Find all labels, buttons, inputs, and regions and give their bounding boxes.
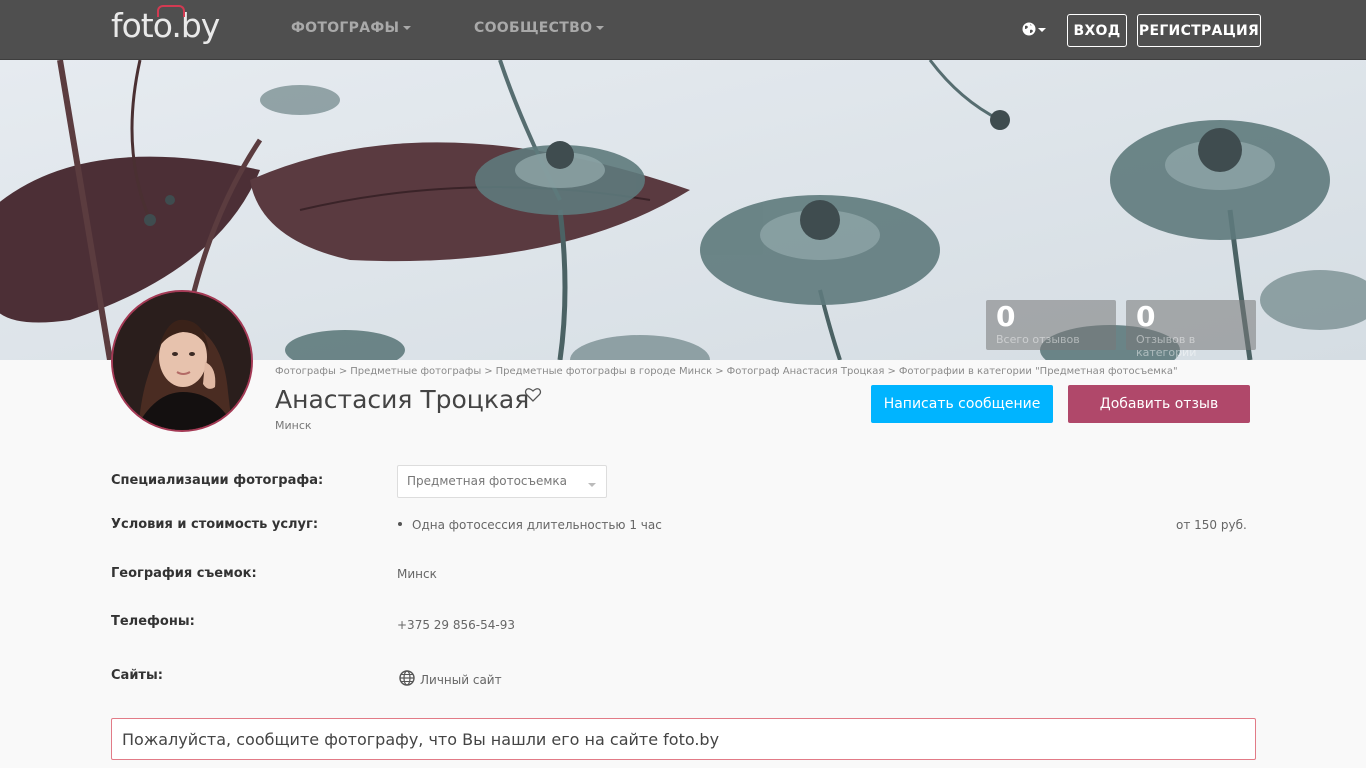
- nav-photographers-label: ФОТОГРАФЫ: [291, 20, 400, 36]
- stat-category-reviews: 0 Отзывов в категории: [1126, 300, 1256, 359]
- notice-banner: Пожалуйста, сообщите фотографу, что Вы н…: [111, 718, 1256, 760]
- nav-community[interactable]: СООБЩЕСТВО: [474, 20, 605, 36]
- notice-text: Пожалуйста, сообщите фотографу, что Вы н…: [122, 730, 720, 749]
- sites-label: Сайты:: [111, 668, 163, 683]
- nav-community-label: СООБЩЕСТВО: [474, 20, 593, 36]
- specializations-label: Специализации фотографа:: [111, 473, 324, 488]
- stat-category-reviews-label: Отзывов в категории: [1136, 333, 1197, 359]
- avatar[interactable]: [111, 290, 253, 432]
- chevron-down-icon: [588, 483, 596, 487]
- phones-label: Телефоны:: [111, 614, 195, 629]
- geography-label: География съемок:: [111, 566, 257, 581]
- stat-total-reviews-value: 0: [996, 300, 1016, 333]
- phone-value[interactable]: +375 29 856-54-93: [397, 618, 515, 632]
- breadcrumb-item[interactable]: Фотографы: [275, 366, 336, 377]
- chevron-down-icon: [403, 26, 412, 30]
- top-navbar: foto.by ФОТОГРАФЫ СООБЩЕСТВО ВХОД РЕГИСТ…: [0, 0, 1366, 60]
- logo-roof-mark: [157, 5, 185, 17]
- stat-category-reviews-value: 0: [1136, 300, 1156, 333]
- photographer-name: Анастасия Троцкая: [275, 385, 530, 414]
- specialization-select[interactable]: Предметная фотосъемка: [397, 465, 607, 498]
- chevron-down-icon: [596, 26, 605, 30]
- stat-total-reviews-label: Всего отзывов: [996, 333, 1080, 346]
- list-bullet: [398, 522, 402, 526]
- service-item: Одна фотосессия длительностью 1 час: [412, 518, 662, 532]
- photographer-city: Минск: [275, 419, 312, 432]
- breadcrumb-item: Фотографии в категории "Предметная фотос…: [898, 366, 1178, 377]
- breadcrumb-item[interactable]: Фотограф Анастасия Троцкая: [727, 366, 885, 377]
- geography-value: Минск: [397, 567, 437, 581]
- breadcrumb: Фотографы > Предметные фотографы > Предметны…: [275, 366, 1178, 377]
- stat-total-reviews: 0 Всего отзывов: [986, 300, 1116, 350]
- personal-site-link[interactable]: Личный сайт: [420, 673, 502, 687]
- site-logo[interactable]: foto.by: [111, 5, 220, 45]
- language-selector[interactable]: [1021, 20, 1049, 40]
- nav-photographers[interactable]: ФОТОГРАФЫ: [291, 20, 412, 36]
- breadcrumb-item[interactable]: Предметные фотографы: [350, 366, 481, 377]
- specialization-selected-value: Предметная фотосъемка: [407, 474, 568, 488]
- avatar-portrait: [113, 292, 251, 430]
- login-button[interactable]: ВХОД: [1067, 14, 1127, 47]
- heart-icon[interactable]: [524, 386, 542, 404]
- conditions-label: Условия и стоимость услуг:: [111, 517, 319, 532]
- service-price: от 150 руб.: [1176, 518, 1247, 532]
- globe-icon: [399, 670, 415, 686]
- register-button[interactable]: РЕГИСТРАЦИЯ: [1137, 14, 1261, 47]
- add-review-button[interactable]: Добавить отзыв: [1068, 385, 1250, 423]
- chevron-down-icon: [1038, 28, 1046, 32]
- breadcrumb-item[interactable]: Предметные фотографы в городе Минск: [496, 366, 713, 377]
- globe-icon: [1022, 22, 1036, 36]
- send-message-button[interactable]: Написать сообщение: [871, 385, 1053, 423]
